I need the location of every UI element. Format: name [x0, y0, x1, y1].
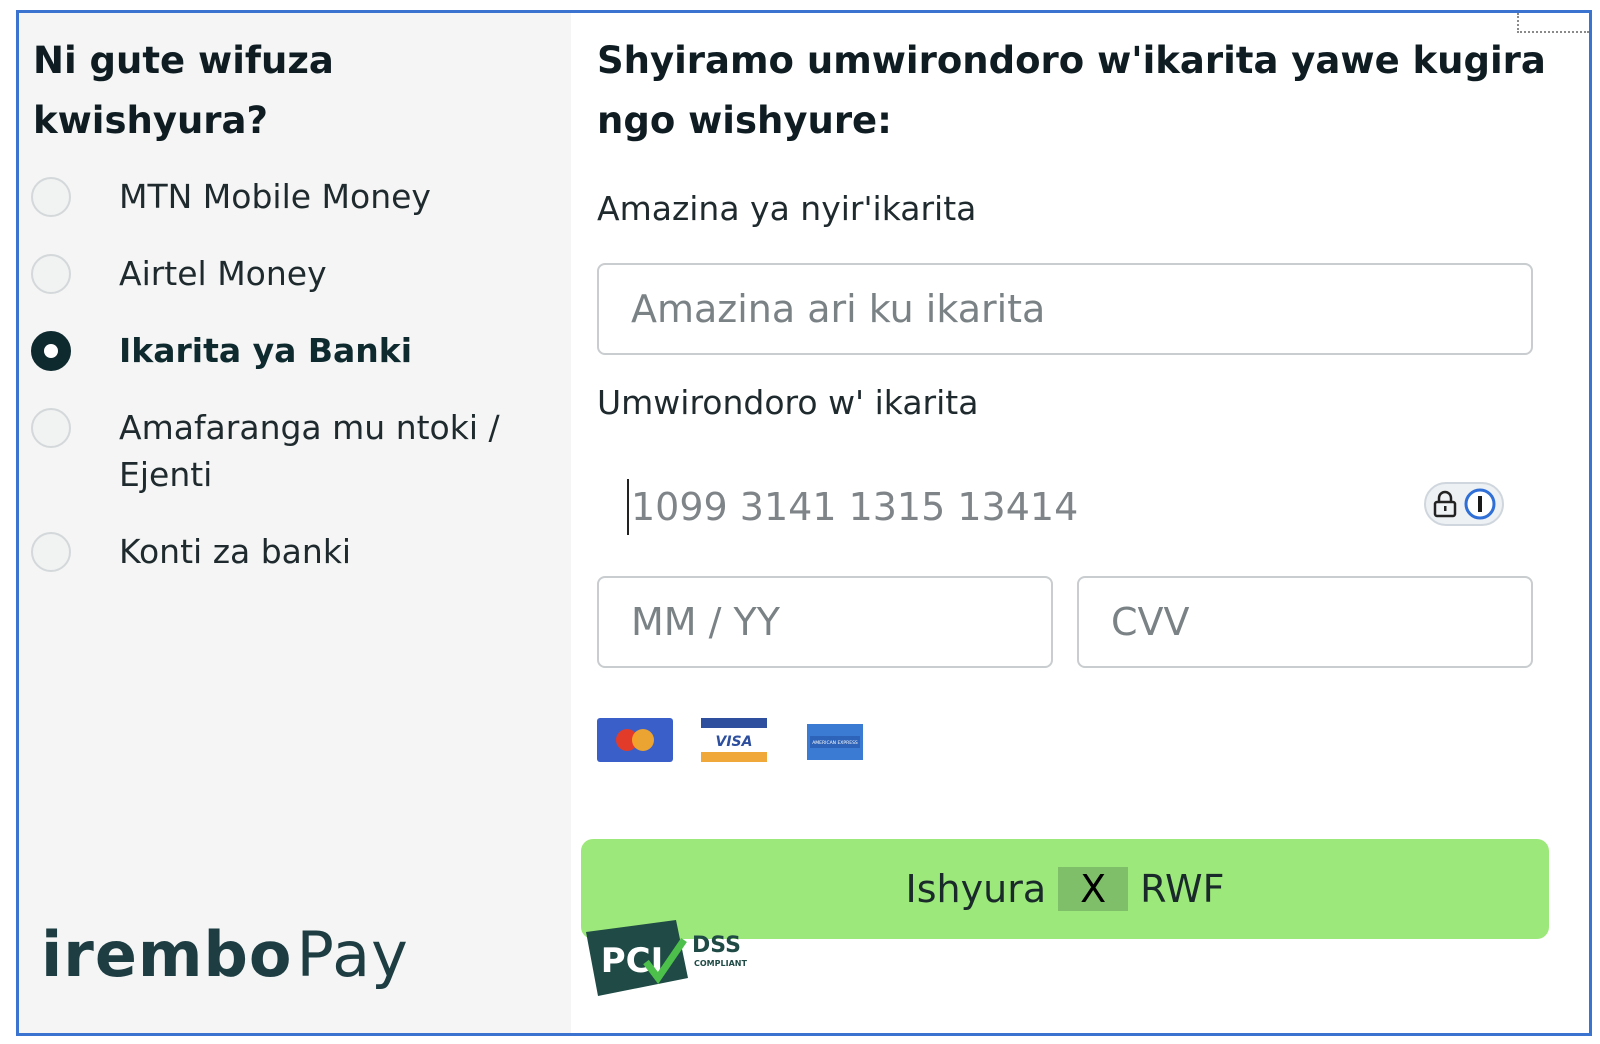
- method-option-mtn[interactable]: MTN Mobile Money: [31, 173, 519, 220]
- password-manager-icon: [1464, 488, 1496, 520]
- radio-mtn[interactable]: [31, 177, 71, 217]
- cardholder-name-input[interactable]: Amazina ari ku ikarita: [597, 263, 1533, 355]
- pci-dss-compliant-logo: PCI DSS COMPLIANT: [586, 920, 747, 996]
- radio-cash-agent[interactable]: [31, 408, 71, 448]
- method-label-bank-card: Ikarita ya Banki: [119, 331, 413, 370]
- pay-amount: X: [1058, 867, 1129, 911]
- card-form-title: Shyiramo umwirondoro w'ikarita yawe kugi…: [597, 39, 1546, 142]
- pay-currency: RWF: [1140, 867, 1225, 911]
- cardholder-name-placeholder: Amazina ari ku ikarita: [631, 287, 1046, 331]
- method-label-cash-agent: Amafaranga mu ntoki / Ejenti: [119, 408, 500, 494]
- payment-method-title: Ni gute wifuza kwishyura?: [33, 39, 334, 142]
- visa-text: VISA: [716, 734, 753, 750]
- irembopay-logo: irembo Pay: [41, 918, 409, 991]
- method-option-cash-agent[interactable]: Amafaranga mu ntoki / Ejenti: [31, 404, 519, 498]
- radio-bank-card[interactable]: [31, 331, 71, 371]
- mastercard-icon: [597, 718, 673, 762]
- cvv-input[interactable]: CVV: [1077, 576, 1533, 668]
- cardholder-name-label: Amazina ya nyir'ikarita: [597, 189, 977, 228]
- method-option-bank-account[interactable]: Konti za banki: [31, 528, 519, 575]
- card-number-input[interactable]: 1099 3141 1315 13414: [627, 479, 1078, 535]
- corner-marker: [1517, 13, 1589, 33]
- method-label-bank-account: Konti za banki: [119, 532, 352, 571]
- payment-frame: Ni gute wifuza kwishyura? MTN Mobile Mon…: [16, 10, 1592, 1036]
- password-manager-badge[interactable]: [1424, 482, 1504, 526]
- amex-icon: AMERICAN EXPRESS: [807, 724, 863, 760]
- card-number-label: Umwirondoro w' ikarita: [597, 383, 979, 422]
- cvv-placeholder: CVV: [1111, 600, 1190, 644]
- method-label-mtn: MTN Mobile Money: [119, 177, 431, 216]
- lock-icon: [1433, 490, 1457, 518]
- radio-bank-account[interactable]: [31, 532, 71, 572]
- method-option-bank-card[interactable]: Ikarita ya Banki: [31, 327, 519, 374]
- method-option-airtel[interactable]: Airtel Money: [31, 250, 519, 297]
- visa-icon: VISA: [701, 718, 767, 762]
- brand-part-2: Pay: [296, 918, 409, 991]
- pay-button-prefix: Ishyura: [905, 867, 1047, 911]
- method-label-airtel: Airtel Money: [119, 254, 327, 293]
- radio-airtel[interactable]: [31, 254, 71, 294]
- expiry-placeholder: MM / YY: [631, 600, 780, 644]
- payment-method-panel: Ni gute wifuza kwishyura? MTN Mobile Mon…: [19, 13, 571, 1033]
- amex-text: AMERICAN EXPRESS: [812, 740, 858, 746]
- dss-text: DSS: [692, 933, 741, 958]
- compliant-text: COMPLIANT: [694, 959, 747, 968]
- brand-part-1: irembo: [41, 918, 293, 991]
- expiry-date-input[interactable]: MM / YY: [597, 576, 1053, 668]
